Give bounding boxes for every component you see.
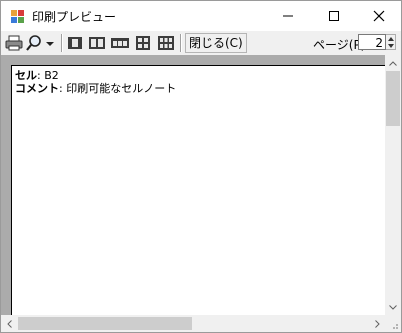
vertical-scrollbar[interactable] xyxy=(385,55,401,315)
cell-value: : B2 xyxy=(37,69,59,82)
print-preview-window: 印刷プレビュー 閉じる(C) ページ(P) 2 セル: B2 コメント: 印刷可… xyxy=(0,0,402,333)
comment-key: コメント xyxy=(15,82,59,95)
page-spinner[interactable] xyxy=(386,34,396,50)
close-window-button[interactable] xyxy=(356,1,401,31)
scroll-down-icon[interactable] xyxy=(385,299,401,315)
comment-line: コメント: 印刷可能なセルノート xyxy=(15,82,176,95)
one-page-icon[interactable] xyxy=(65,33,85,53)
zoom-dropdown-chevron-down-icon[interactable] xyxy=(44,33,56,53)
title-bar: 印刷プレビュー xyxy=(1,1,401,31)
preview-toolbar: 閉じる(C) ページ(P) 2 xyxy=(1,31,401,55)
horizontal-scroll-thumb[interactable] xyxy=(18,317,192,330)
close-icon xyxy=(373,10,385,22)
four-pages-icon[interactable] xyxy=(133,33,153,53)
spin-down-icon[interactable] xyxy=(386,42,395,49)
scrollbar-corner xyxy=(385,315,401,332)
two-pages-icon[interactable] xyxy=(87,33,107,53)
vertical-scroll-thumb[interactable] xyxy=(386,71,400,126)
scroll-up-icon[interactable] xyxy=(385,55,401,71)
spin-up-icon[interactable] xyxy=(386,35,395,42)
maximize-icon xyxy=(329,11,339,21)
print-icon[interactable] xyxy=(4,33,24,53)
window-title: 印刷プレビュー xyxy=(32,10,117,24)
zoom-icon[interactable] xyxy=(25,33,43,53)
close-preview-button[interactable]: 閉じる(C) xyxy=(185,33,247,53)
scroll-right-icon[interactable] xyxy=(369,315,385,332)
preview-page: セル: B2 コメント: 印刷可能なセルノート xyxy=(11,65,386,318)
cell-key: セル xyxy=(15,69,37,82)
toolbar-separator xyxy=(61,34,63,52)
page-number-input[interactable]: 2 xyxy=(358,34,386,50)
minimize-button[interactable] xyxy=(265,1,311,31)
horizontal-scrollbar[interactable] xyxy=(1,315,385,332)
cell-line: セル: B2 xyxy=(15,69,59,82)
six-pages-icon[interactable] xyxy=(156,33,176,53)
comment-value: : 印刷可能なセルノート xyxy=(59,82,177,95)
preview-area: セル: B2 コメント: 印刷可能なセルノート xyxy=(1,55,401,332)
maximize-button[interactable] xyxy=(311,1,357,31)
minimize-icon xyxy=(283,15,293,17)
scroll-left-icon[interactable] xyxy=(1,315,17,332)
app-icon xyxy=(11,10,24,23)
toolbar-separator xyxy=(180,34,182,52)
resize-grip-icon[interactable] xyxy=(385,315,401,332)
three-pages-icon[interactable] xyxy=(110,33,130,53)
